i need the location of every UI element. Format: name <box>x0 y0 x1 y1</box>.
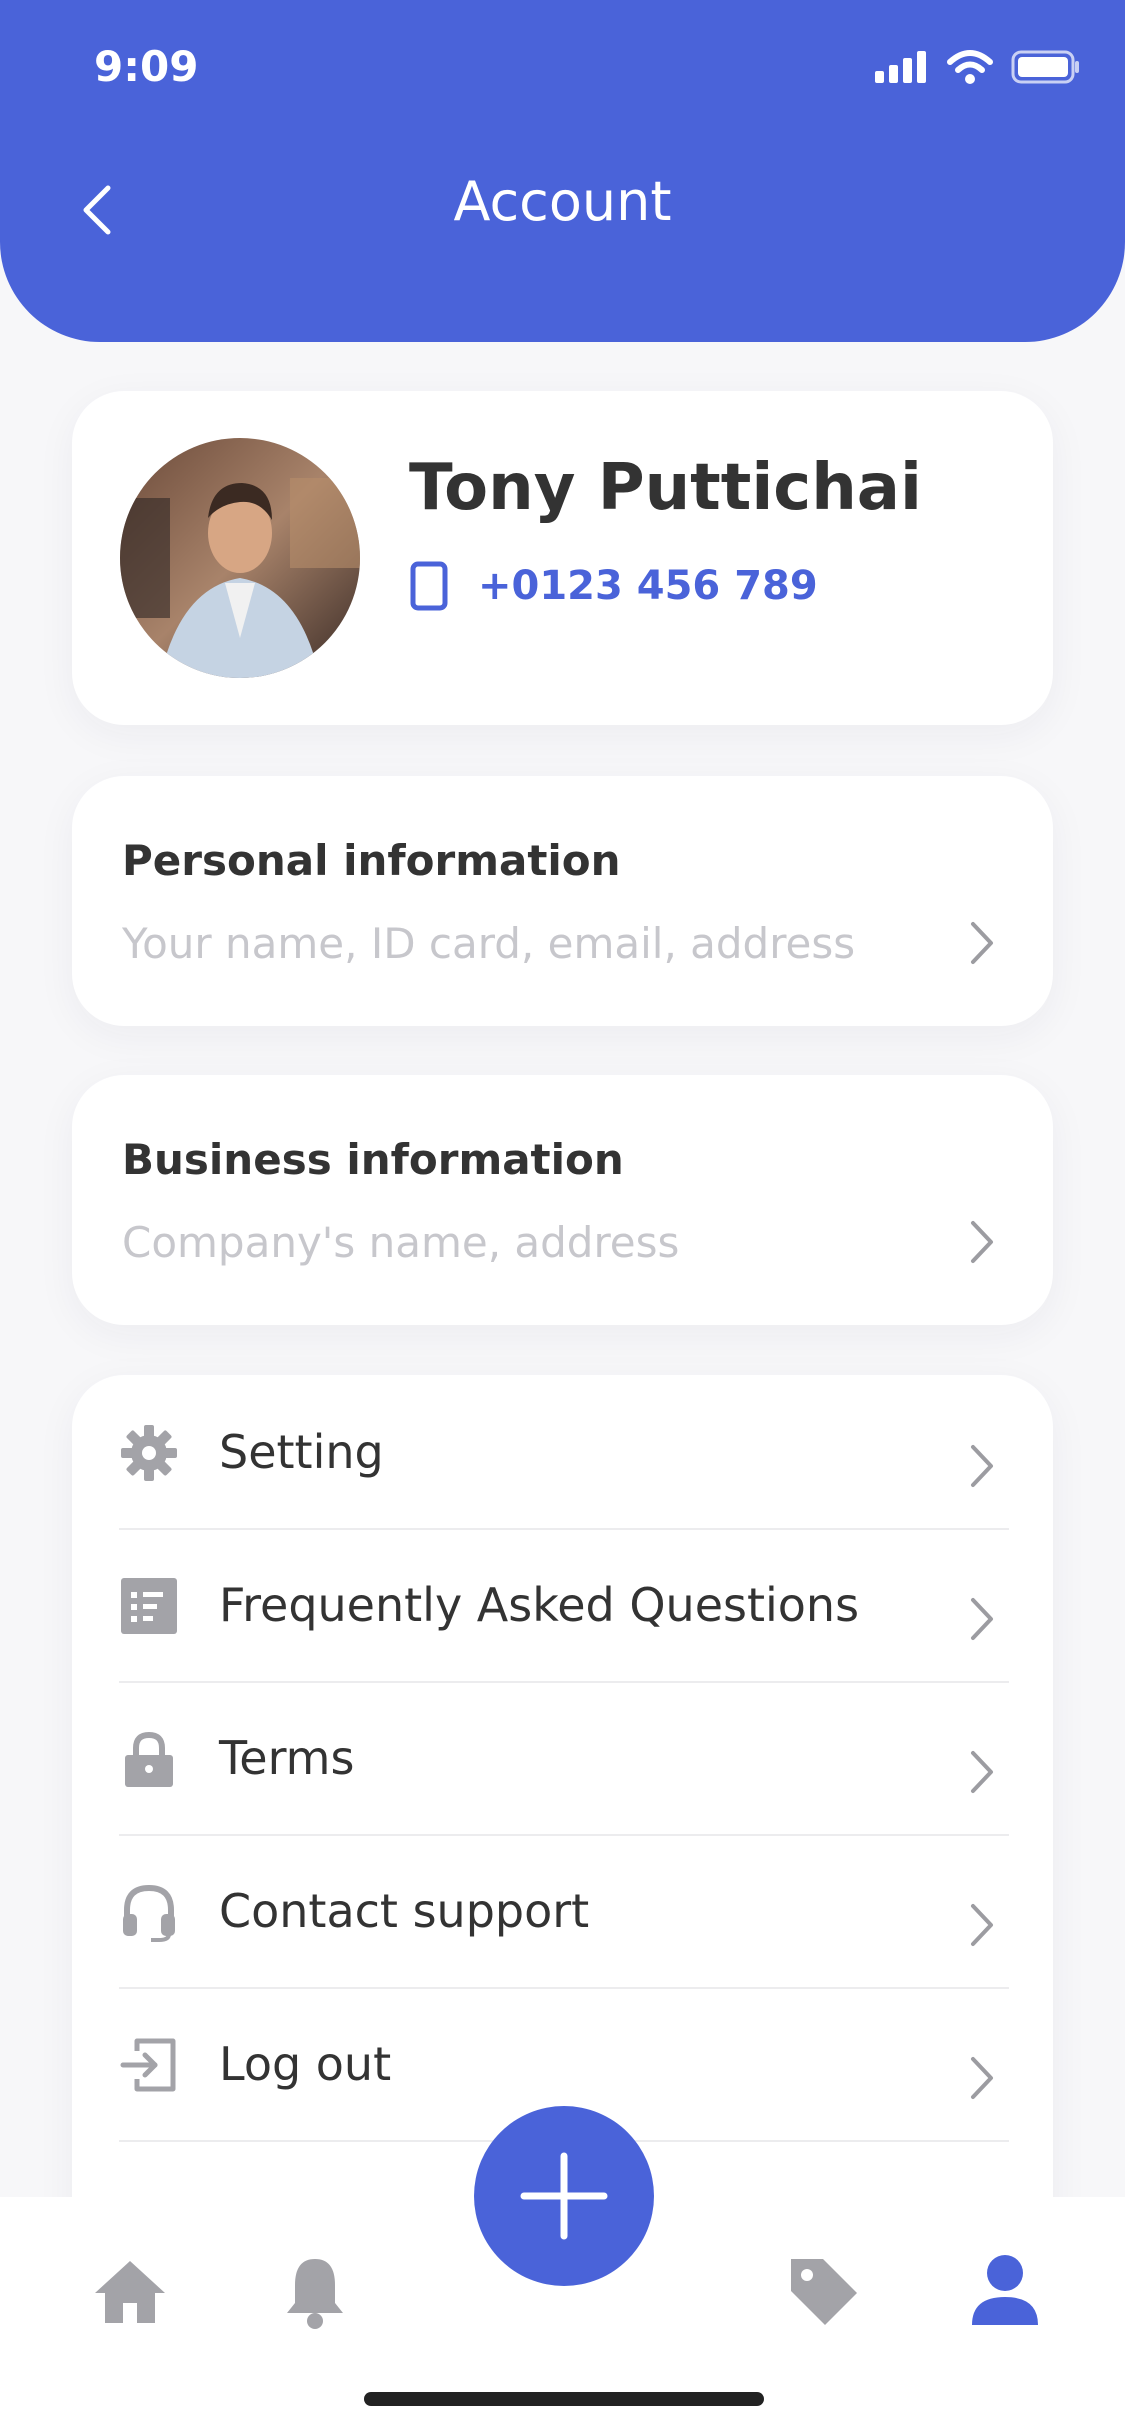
chevron-right-icon <box>971 1904 993 1946</box>
menu-item-setting[interactable]: Setting <box>119 1375 1009 1530</box>
status-time: 9:09 <box>94 42 199 91</box>
menu-label-contact-support: Contact support <box>219 1884 590 1938</box>
headset-icon <box>123 1884 175 1942</box>
header: 9:09 Account <box>0 0 1125 342</box>
business-info-subtitle: Company's name, address <box>122 1218 680 1267</box>
plus-icon <box>520 2152 608 2240</box>
add-button[interactable] <box>474 2106 654 2286</box>
signal-icon <box>875 51 926 83</box>
wifi-icon <box>947 50 993 84</box>
battery-icon <box>1011 50 1079 84</box>
menu-label-terms: Terms <box>219 1731 355 1785</box>
menu-item-terms[interactable]: Terms <box>119 1681 1009 1836</box>
personal-info-card[interactable]: Personal information Your name, ID card,… <box>72 776 1053 1026</box>
business-info-title: Business information <box>122 1135 624 1184</box>
logout-icon <box>120 2038 176 2092</box>
status-icons <box>875 50 1081 84</box>
chevron-right-icon <box>971 1751 993 1793</box>
menu-label-faq: Frequently Asked Questions <box>219 1578 860 1632</box>
chevron-right-icon <box>971 922 993 964</box>
bell-icon[interactable] <box>283 2255 347 2329</box>
menu-label-setting: Setting <box>219 1425 384 1479</box>
gear-icon <box>121 1425 177 1481</box>
home-icon[interactable] <box>93 2259 167 2325</box>
phone-number: +0123 456 789 <box>478 563 818 609</box>
tag-icon[interactable] <box>787 2255 859 2327</box>
profile-name: Tony Puttichai <box>409 451 922 525</box>
chevron-right-icon <box>971 2057 993 2099</box>
profile-card[interactable]: Tony Puttichai +0123 456 789 <box>72 391 1053 725</box>
chevron-right-icon <box>971 1445 993 1487</box>
user-icon[interactable] <box>970 2253 1040 2327</box>
personal-info-subtitle: Your name, ID card, email, address <box>122 919 856 968</box>
menu-item-faq[interactable]: Frequently Asked Questions <box>119 1528 1009 1683</box>
business-info-card[interactable]: Business information Company's name, add… <box>72 1075 1053 1325</box>
avatar-photo <box>120 438 360 678</box>
faq-icon <box>121 1578 177 1634</box>
page-title: Account <box>453 170 672 233</box>
chevron-right-icon <box>971 1221 993 1263</box>
phone-icon <box>410 561 448 611</box>
phone-row: +0123 456 789 <box>410 561 818 611</box>
chevron-right-icon <box>971 1598 993 1640</box>
home-indicator <box>364 2392 764 2406</box>
lock-icon <box>125 1731 173 1787</box>
menu-item-contact-support[interactable]: Contact support <box>119 1834 1009 1989</box>
avatar[interactable] <box>120 438 360 678</box>
personal-info-title: Personal information <box>122 836 621 885</box>
menu-label-log-out: Log out <box>219 2037 392 2091</box>
